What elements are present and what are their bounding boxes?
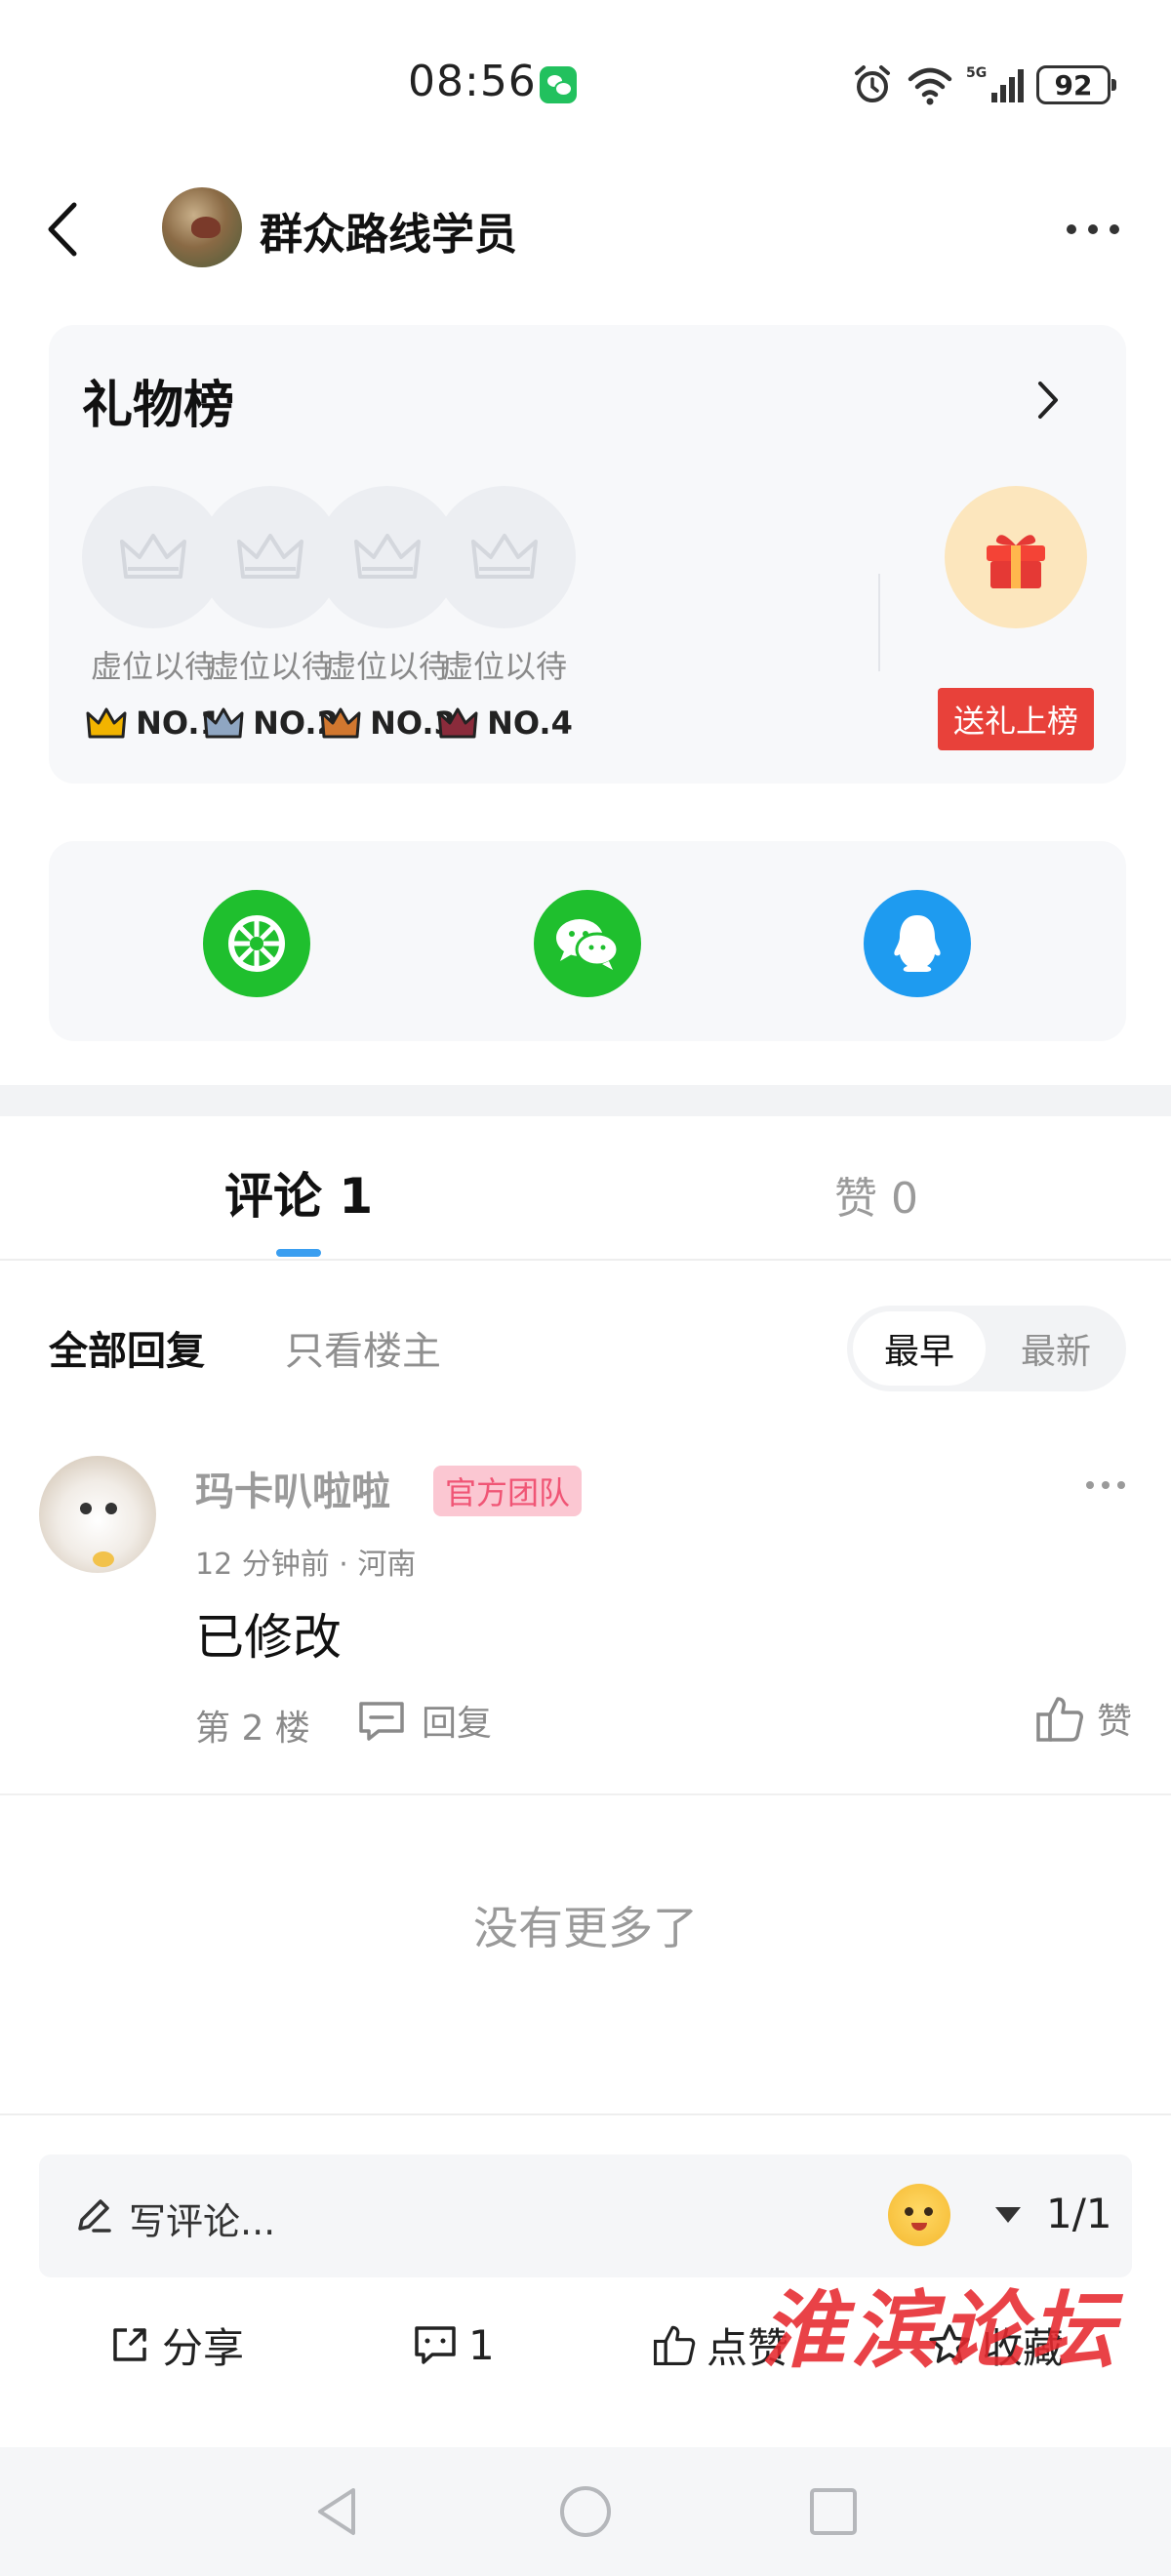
signal-5g-icon: 5G [966, 65, 1024, 102]
divider [878, 574, 880, 671]
wechat-notification-icon [540, 66, 577, 103]
status-time: 08:56 [408, 57, 537, 106]
commenter-avatar[interactable] [39, 1456, 156, 1573]
slot-rank: NO.4 [433, 704, 576, 742]
page-title[interactable]: 群众路线学员 [260, 199, 517, 262]
qq-icon [894, 915, 941, 972]
tab-comments[interactable]: 评论 1 [224, 1157, 373, 1228]
pencil-icon [78, 2199, 111, 2233]
thumbs-up-icon [653, 2325, 696, 2366]
comment-more-icon[interactable] [1083, 1475, 1128, 1495]
more-icon[interactable] [1064, 215, 1122, 244]
gift-slot-4[interactable]: 虚位以待 NO.4 [433, 486, 576, 742]
slot-rank-text: NO.4 [487, 704, 573, 742]
share-moments-button[interactable] [203, 890, 310, 997]
reply-button[interactable]: 回复 [355, 1694, 492, 1747]
favorite-button[interactable]: 收藏 [927, 2313, 1064, 2377]
comment-meta: 12 分钟前 · 河南 [195, 1548, 417, 1582]
comment-icon [415, 2326, 456, 2364]
gift-board-title: 礼物榜 [82, 377, 235, 435]
sort-earliest-button[interactable]: 最早 [853, 1311, 986, 1386]
gift-button[interactable] [945, 486, 1087, 628]
crown-outline-icon [120, 534, 186, 579]
commenter-name[interactable]: 玛卡叭啦啦 [195, 1460, 390, 1516]
badge-text: 官方团队 [445, 1474, 571, 1511]
empty-slot-avatar [433, 486, 576, 628]
comment-like-button[interactable]: 赞 [1034, 1690, 1132, 1747]
send-gift-button[interactable]: 送礼上榜 [938, 688, 1094, 750]
comment-count: 1 [468, 2320, 495, 2369]
crown-silver-icon [203, 707, 244, 739]
crown-maroon-icon [437, 707, 478, 739]
tab-indicator [276, 1249, 321, 1257]
comment-floor: 第 2 楼 [195, 1709, 310, 1749]
nav-home-icon[interactable] [554, 2480, 617, 2543]
tab-likes[interactable]: 赞 0 [834, 1163, 918, 1226]
crown-gold-icon [86, 707, 127, 739]
page-indicator[interactable]: 1/1 [1046, 2190, 1112, 2237]
comments-button[interactable]: 1 [412, 2313, 495, 2377]
share-qq-button[interactable] [864, 890, 971, 997]
crown-outline-icon [354, 534, 421, 579]
wifi-icon [908, 67, 952, 105]
sort-latest-button[interactable]: 最新 [993, 1311, 1118, 1386]
crown-outline-icon [237, 534, 303, 579]
like-button[interactable]: 点赞 [652, 2313, 788, 2377]
star-icon [929, 2324, 970, 2363]
gift-board: 礼物榜 虚位以待 NO.1 虚位以待 NO.2 虚位以待 NO.3 虚位以待 N… [49, 325, 1126, 784]
back-icon[interactable] [39, 197, 98, 262]
crown-bronze-icon [320, 707, 361, 739]
filter-op-only[interactable]: 只看楼主 [285, 1319, 441, 1376]
chevron-right-icon[interactable] [1029, 376, 1068, 424]
slot-label: 虚位以待 [441, 648, 567, 685]
share-row [49, 841, 1126, 1041]
share-button[interactable]: 分享 [107, 2313, 244, 2377]
battery-level: 92 [1054, 68, 1093, 101]
section-divider [0, 1085, 1171, 1116]
like-label: 赞 [1096, 1702, 1132, 1742]
moments-icon [228, 915, 285, 972]
svg-text:5G: 5G [966, 65, 987, 81]
comment-text: 已修改 [195, 1609, 342, 1666]
battery-icon: 92 [1036, 65, 1116, 104]
share-label: 分享 [162, 2323, 245, 2372]
filter-all-replies[interactable]: 全部回复 [49, 1319, 205, 1376]
comment-input-placeholder: 写评论... [129, 2200, 276, 2243]
sort-toggle: 最早 最新 [847, 1306, 1126, 1391]
reply-icon [359, 1702, 404, 1741]
gift-icon [987, 535, 1045, 588]
like-label: 点赞 [707, 2323, 789, 2372]
status-bar: 08:56 5G 92 [0, 0, 1171, 166]
alarm-icon [855, 65, 890, 102]
caret-down-icon[interactable] [995, 2207, 1021, 2223]
thumbs-up-icon [1036, 1697, 1083, 1742]
divider [0, 2113, 1171, 2115]
official-team-badge: 官方团队 [433, 1466, 583, 1516]
share-wechat-button[interactable] [534, 890, 641, 997]
status-icons: 5G 92 [851, 60, 1116, 109]
system-nav-bar [0, 2447, 1171, 2576]
comment-input[interactable]: 写评论... 1/1 [39, 2154, 1132, 2277]
nav-back-icon[interactable] [306, 2480, 369, 2543]
reply-label: 回复 [422, 1704, 493, 1744]
share-icon [113, 2328, 146, 2361]
crown-outline-icon [471, 534, 538, 579]
emoji-icon[interactable] [888, 2184, 950, 2246]
comment-item: 玛卡叭啦啦 官方团队 12 分钟前 · 河南 已修改 第 2 楼 回复 赞 [0, 1442, 1171, 1793]
avatar[interactable] [162, 187, 242, 267]
tabs: 评论 1 赞 0 [0, 1116, 1171, 1261]
wechat-icon [556, 919, 620, 970]
no-more-text: 没有更多了 [473, 1902, 698, 1954]
nav-recents-icon[interactable] [802, 2480, 865, 2543]
header: 群众路线学员 [0, 176, 1171, 283]
divider [0, 1793, 1171, 1795]
favorite-label: 收藏 [982, 2323, 1065, 2372]
